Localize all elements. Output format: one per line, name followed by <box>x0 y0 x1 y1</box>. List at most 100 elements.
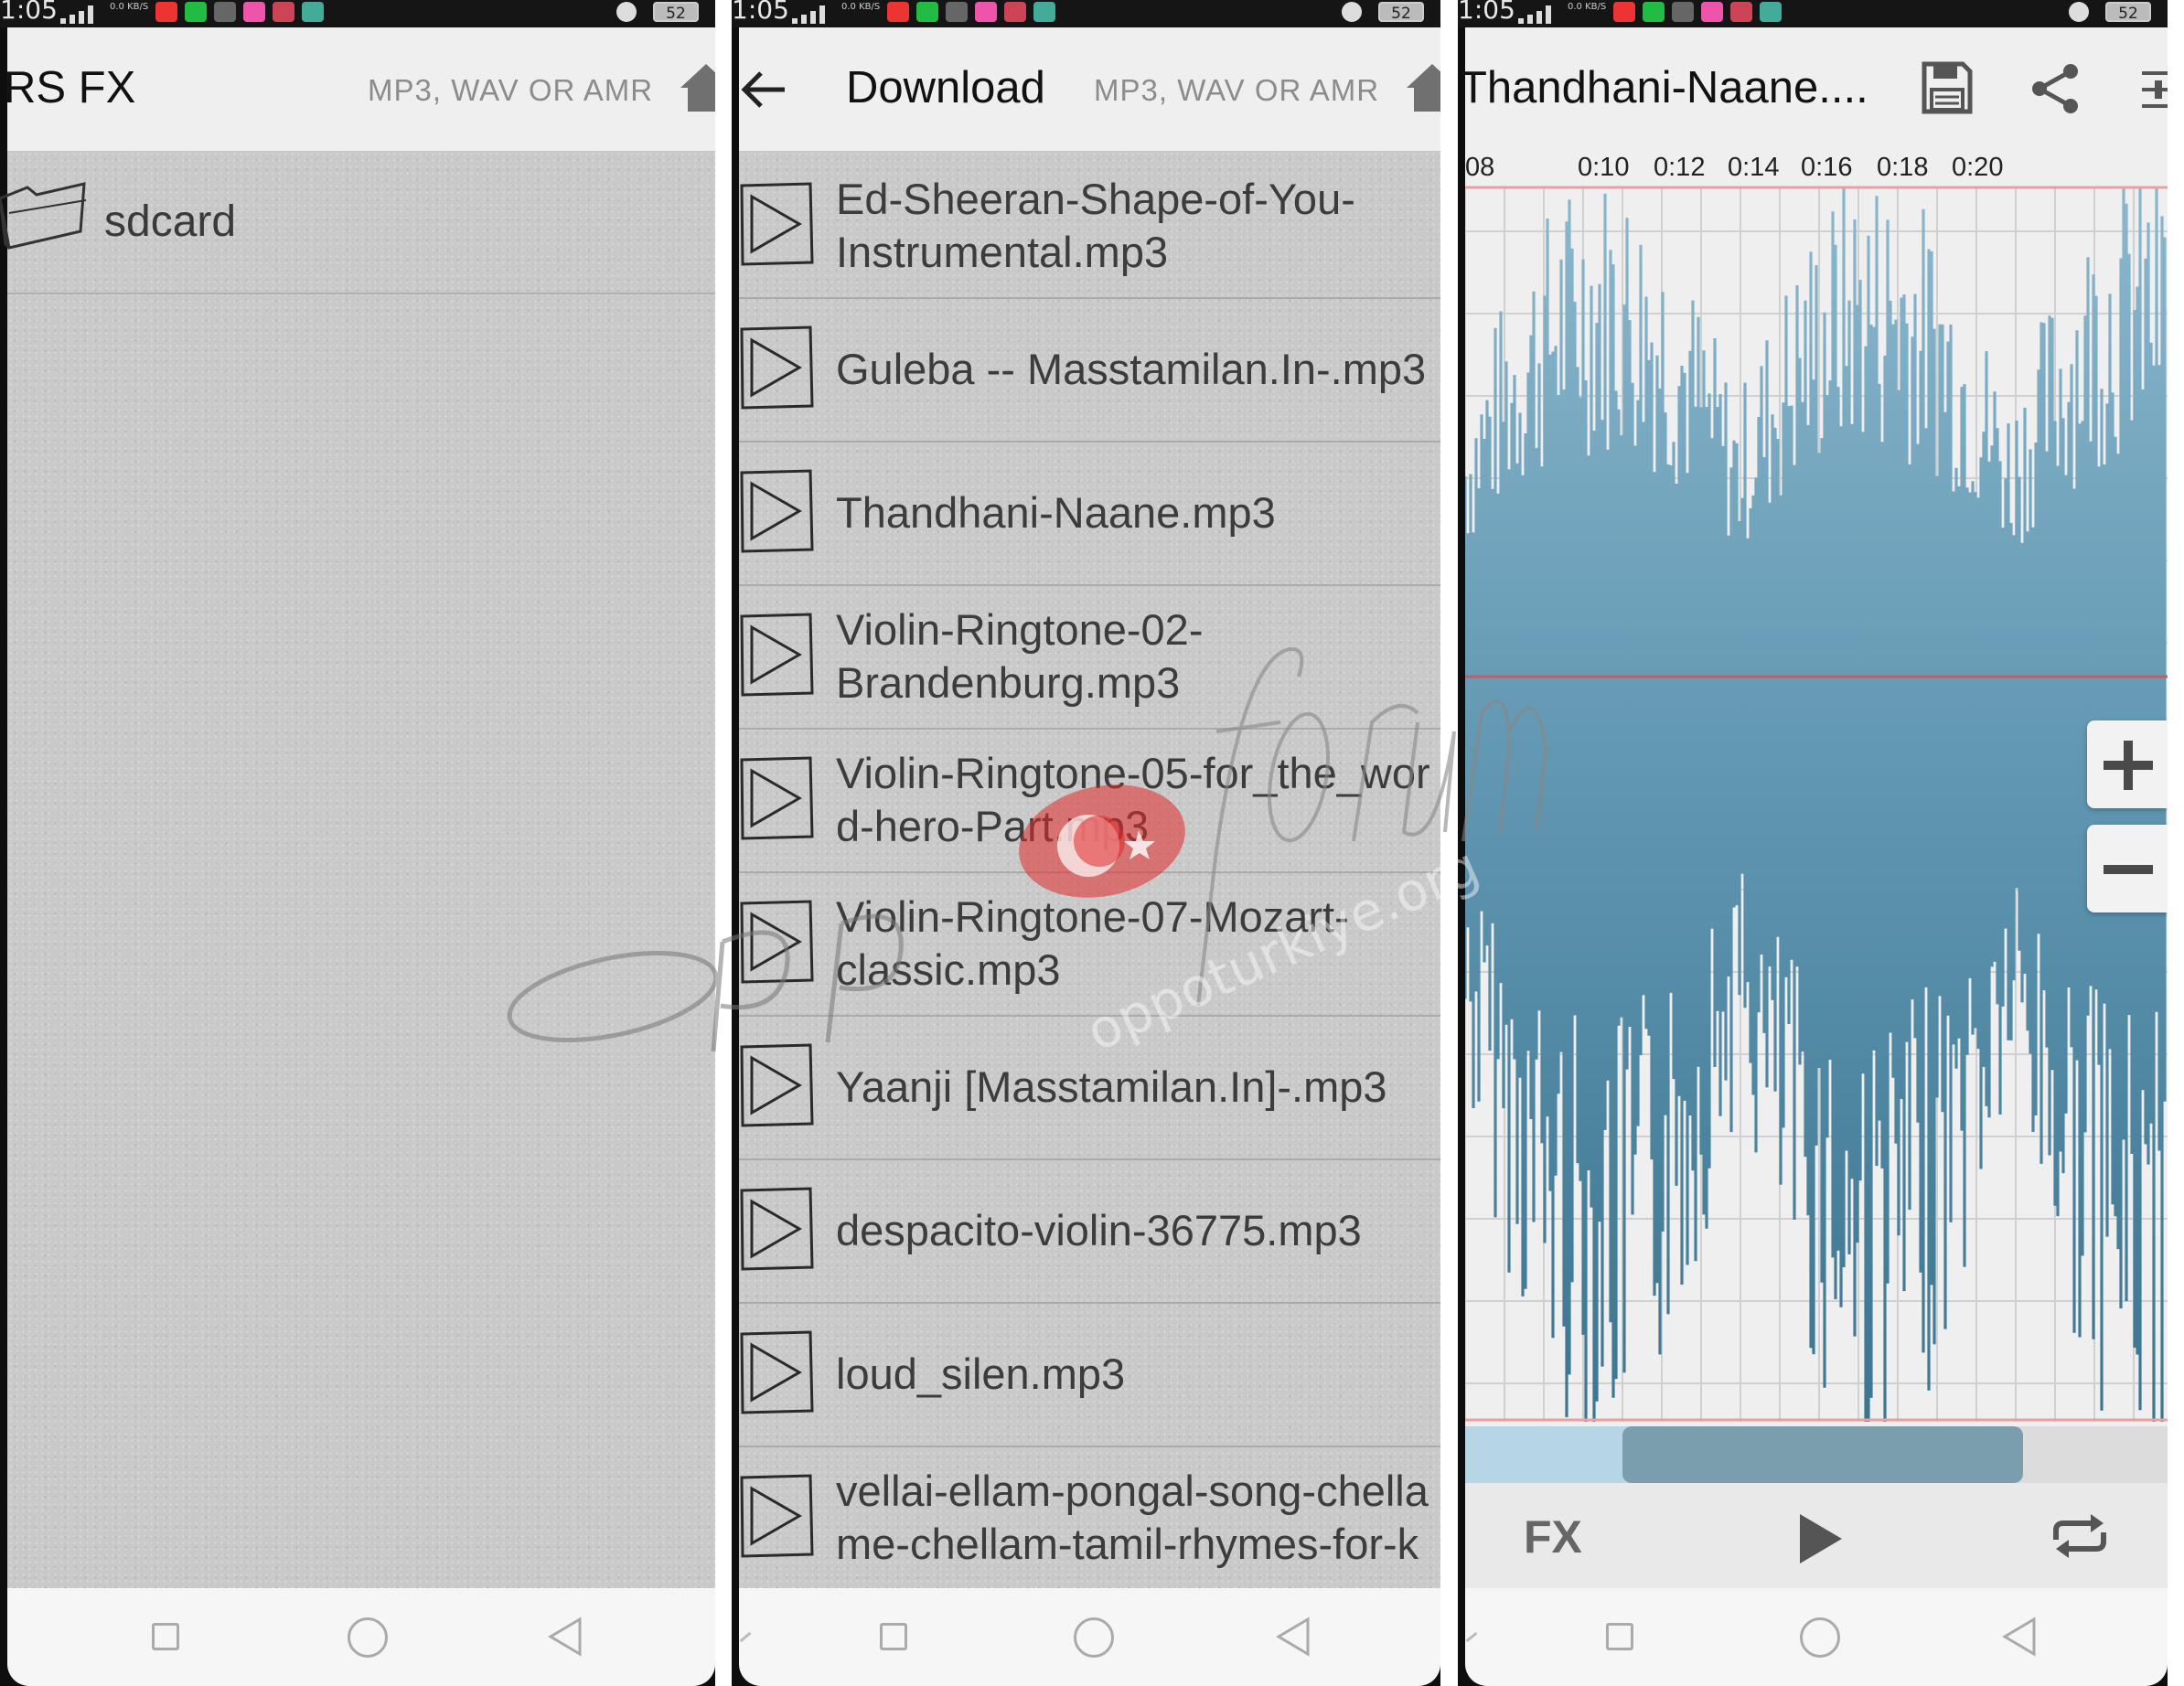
waveform-editor[interactable]: :08 0:10 0:12 0:14 0:16 0:18 0:20 <box>1465 151 2168 1426</box>
file-name: loud_silen.mp3 <box>836 1349 1126 1398</box>
home-button[interactable] <box>1800 1617 1840 1658</box>
fx-button[interactable]: FX <box>1524 1510 1582 1563</box>
status-bar: 1:05 0.0 KB/S 52 <box>1458 0 2168 27</box>
play-icon[interactable] <box>1796 1512 1846 1565</box>
play-file-icon[interactable] <box>739 182 814 266</box>
waveform[interactable] <box>1465 151 2168 1426</box>
back-button[interactable] <box>2001 1616 2038 1658</box>
page-title: Download <box>846 63 1045 112</box>
scrubber-thumb[interactable] <box>1622 1426 2023 1483</box>
song-title: Thandhani-Naane.... <box>1460 63 1868 112</box>
play-file-icon[interactable] <box>739 900 814 984</box>
list-item[interactable]: Ed-Sheeran-Shape-of-You- Instrumental.mp… <box>739 154 1440 299</box>
status-bar: 1:05 0.0 KB/S 52 <box>0 0 715 27</box>
alarm-icon <box>1342 2 1362 22</box>
timeline-label: 0:18 <box>1877 153 1929 182</box>
zoom-in-button[interactable] <box>2087 720 2168 808</box>
file-name: Yaanji [Masstamilan.In]-.mp3 <box>836 1062 1387 1111</box>
system-nav-bar <box>1465 1588 2168 1686</box>
play-file-icon[interactable] <box>739 325 814 410</box>
nav-edge-mark <box>1465 1631 1478 1643</box>
share-icon[interactable] <box>2029 62 2082 115</box>
repeat-icon[interactable] <box>2050 1512 2109 1560</box>
recent-apps-button[interactable] <box>152 1623 179 1650</box>
list-item[interactable]: loud_silen.mp3 <box>739 1302 1440 1447</box>
file-name: vellai-ellam-pongal-song-chella me-chell… <box>836 1466 1429 1568</box>
list-item[interactable]: Violin-Ringtone-07-Mozart- classic.mp3 <box>739 871 1440 1017</box>
position-scrubber[interactable] <box>1465 1426 2168 1483</box>
play-file-icon[interactable] <box>739 1474 814 1558</box>
list-item-label: sdcard <box>104 197 237 246</box>
battery-indicator: 52 <box>653 2 699 23</box>
play-file-icon[interactable] <box>739 1043 814 1127</box>
status-time: 1:05 <box>1458 0 1515 25</box>
alarm-icon <box>616 2 637 22</box>
status-bar: 1:05 0.0 KB/S 52 <box>732 0 1440 27</box>
app-bar: Thandhani-Naane.... <box>1460 27 2168 151</box>
list-item[interactable]: sdcard <box>0 151 715 294</box>
signal-icon <box>792 5 836 24</box>
list-item[interactable]: Guleba -- Masstamilan.In-.mp3 <box>739 297 1440 443</box>
net-speed: 0.0 KB/S <box>841 2 881 12</box>
home-icon[interactable] <box>679 60 715 115</box>
play-file-icon[interactable] <box>739 613 814 697</box>
file-name: Guleba -- Masstamilan.In-.mp3 <box>836 344 1427 393</box>
recent-apps-button[interactable] <box>1606 1623 1633 1650</box>
player-controls: FX <box>1465 1483 2168 1588</box>
panel-download-screen: 1:05 0.0 KB/S 52 Download MP3, WAV OR AM… <box>732 0 1440 1686</box>
folder-icon <box>0 182 87 250</box>
back-button[interactable] <box>1275 1616 1311 1658</box>
play-file-icon[interactable] <box>739 1187 814 1271</box>
home-button[interactable] <box>348 1617 388 1658</box>
play-file-icon[interactable] <box>739 756 814 840</box>
recent-apps-button[interactable] <box>880 1623 907 1650</box>
page-subtitle: MP3, WAV OR AMR <box>1094 73 1380 107</box>
status-time: 1:05 <box>0 0 58 25</box>
app-bar: RS FX MP3, WAV OR AMR <box>4 27 715 151</box>
net-speed: 0.0 KB/S <box>1568 2 1607 12</box>
timeline-label: 0:10 <box>1578 153 1630 182</box>
home-icon[interactable] <box>1405 60 1440 115</box>
file-name: Violin-Ringtone-02- Brandenburg.mp3 <box>836 604 1204 707</box>
zoom-out-button[interactable] <box>2087 825 2168 912</box>
list-item[interactable]: Thandhani-Naane.mp3 <box>739 441 1440 586</box>
system-nav-bar <box>739 1588 1440 1686</box>
file-name: Violin-Ringtone-07-Mozart- classic.mp3 <box>836 891 1349 994</box>
file-name: Ed-Sheeran-Shape-of-You- Instrumental.mp… <box>836 174 1355 276</box>
notification-icons <box>155 2 324 22</box>
back-button[interactable] <box>547 1616 583 1658</box>
timeline-label: 0:12 <box>1654 153 1706 182</box>
page-title: RS FX <box>4 63 136 112</box>
net-speed: 0.0 KB/S <box>110 2 149 12</box>
list-item[interactable]: Violin-Ringtone-05-for_the_wor d-hero-Pa… <box>739 728 1440 873</box>
file-name: Thandhani-Naane.mp3 <box>836 487 1276 537</box>
signal-icon <box>60 5 104 24</box>
signal-icon <box>1518 5 1562 24</box>
timeline: :08 0:10 0:12 0:14 0:16 0:18 0:20 <box>1465 151 2168 184</box>
timeline-label: :08 <box>1465 153 1495 182</box>
timeline-label: 0:20 <box>1952 153 2004 182</box>
nav-edge-mark <box>739 1631 752 1643</box>
file-name: Violin-Ringtone-05-for_the_wor d-hero-Pa… <box>836 748 1430 850</box>
back-arrow-icon[interactable] <box>739 64 790 115</box>
battery-indicator: 52 <box>1378 2 1424 23</box>
list-item[interactable]: Violin-Ringtone-02- Brandenburg.mp3 <box>739 584 1440 730</box>
battery-indicator: 52 <box>2105 2 2151 23</box>
file-name: despacito-violin-36775.mp3 <box>836 1205 1362 1254</box>
timeline-label: 0:14 <box>1728 153 1780 182</box>
list-item[interactable]: despacito-violin-36775.mp3 <box>739 1158 1440 1304</box>
save-icon[interactable] <box>1921 60 1974 115</box>
play-file-icon[interactable] <box>739 1330 814 1414</box>
page-subtitle: MP3, WAV OR AMR <box>368 73 654 107</box>
settings-icon[interactable] <box>2138 64 2168 115</box>
waveform-bars <box>1465 187 2167 1422</box>
panel-root-screen: 1:05 0.0 KB/S 52 RS FX MP3, WAV OR AMR s… <box>0 0 715 1686</box>
play-file-icon[interactable] <box>739 469 814 553</box>
home-button[interactable] <box>1074 1617 1114 1658</box>
list-item[interactable]: vellai-ellam-pongal-song-chella me-chell… <box>739 1446 1440 1591</box>
list-item[interactable]: Yaanji [Masstamilan.In]-.mp3 <box>739 1015 1440 1160</box>
notification-icons <box>887 2 1055 22</box>
system-nav-bar <box>7 1588 715 1686</box>
alarm-icon <box>2069 2 2089 22</box>
status-time: 1:05 <box>732 0 789 25</box>
